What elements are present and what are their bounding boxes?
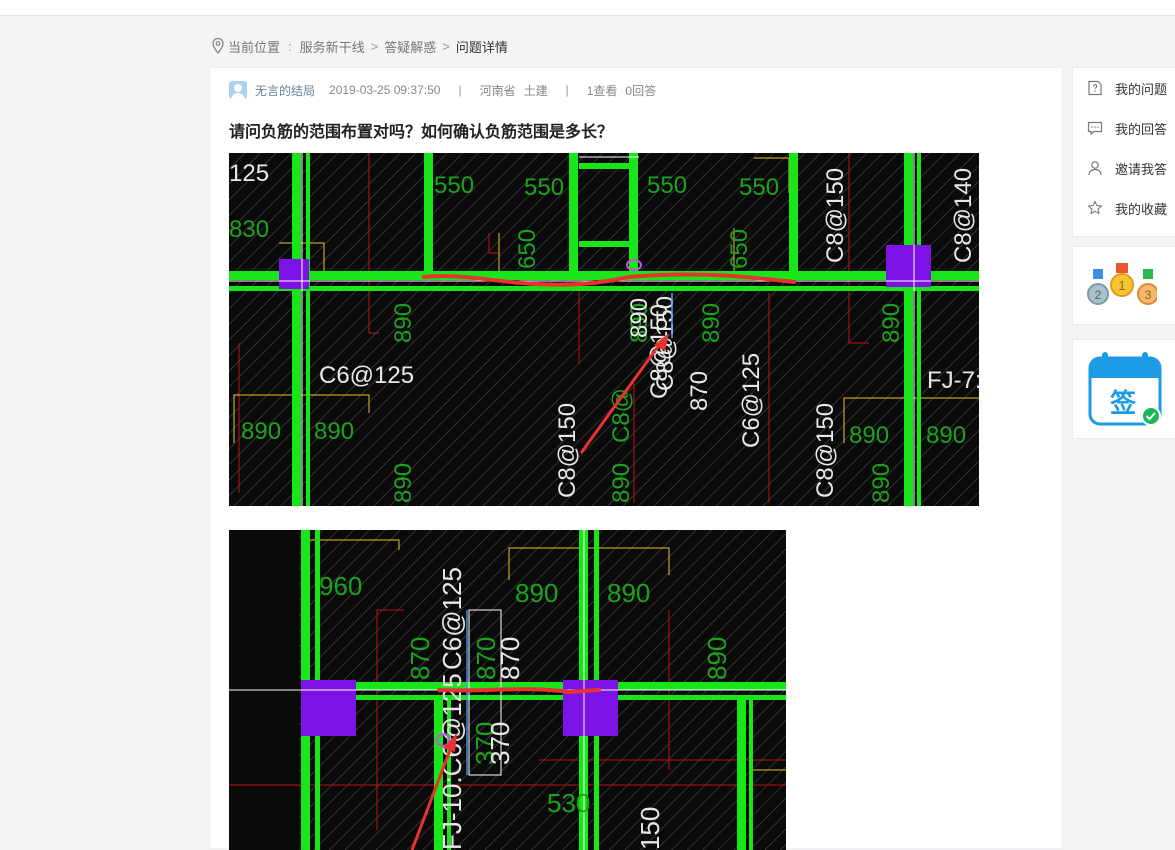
cad-label: 530 [547, 788, 590, 818]
cad-drawing-image-1[interactable]: 125 830 550 550 550 550 650 650 C8@150 C… [229, 153, 979, 506]
cad-label: C6@125 [319, 362, 414, 389]
cad-label: 870 [405, 637, 435, 680]
question-panel: 无言的结局 2019-03-25 09:37:50 | 河南省 土建 | 1查看… [209, 67, 1063, 850]
menu-item-label: 我的回答 [1115, 121, 1168, 137]
question-doc-icon [1088, 80, 1102, 96]
author-link[interactable]: 无言的结局 [255, 82, 315, 99]
cad-label: 550 [434, 172, 474, 199]
breadcrumb-colon: : [288, 38, 292, 54]
post-datetime: 2019-03-25 09:37:50 [329, 83, 441, 97]
cad-label: 650 [514, 229, 541, 269]
cad-label: 370 [485, 722, 515, 765]
bronze-medal-label: 3 [1145, 288, 1152, 302]
menu-item-my-questions[interactable]: 我的问题 [1073, 68, 1175, 108]
menu-item-favorites[interactable]: 我的收藏 [1073, 188, 1175, 228]
cad-label: 150 [635, 807, 665, 850]
cad-label: 830 [229, 216, 269, 243]
cad-label: 550 [739, 174, 779, 201]
top-bar [0, 0, 1175, 16]
gold-medal-label: 1 [1118, 278, 1125, 293]
cad-label: 890 [626, 298, 653, 338]
sign-in-panel[interactable]: 签 [1072, 339, 1175, 439]
cad-label: 890 [868, 463, 895, 503]
breadcrumb: 当前位置 : 服务新干线 > 答疑解惑 > 问题详情 [211, 36, 508, 56]
cad-label: 890 [702, 637, 732, 680]
menu-item-label: 邀请我答 [1115, 161, 1168, 177]
breadcrumb-link-qa[interactable]: 答疑解惑 [384, 37, 436, 56]
cad-label: 960 [319, 571, 362, 601]
cad-label: C8@150 [812, 403, 839, 498]
user-icon [1088, 161, 1102, 176]
medals-panel[interactable]: 2 1 3 [1072, 246, 1175, 325]
breadcrumb-separator: > [370, 38, 379, 54]
cad-label: 550 [524, 174, 564, 201]
menu-item-label: 我的问题 [1115, 81, 1168, 97]
cad-label: 890 [390, 463, 417, 503]
question-title: 请问负筋的范围布置对吗？如何确认负筋范围是多长？ [229, 124, 614, 141]
cad-label: 890 [878, 303, 905, 343]
calendar-sign-icon: 签 [1088, 352, 1162, 426]
star-icon [1088, 200, 1102, 215]
menu-item-label: 我的收藏 [1115, 201, 1168, 217]
cad-label: 890 [698, 303, 725, 343]
avatar[interactable] [229, 81, 247, 99]
cad-label: 890 [608, 463, 635, 503]
cad-label: 890 [607, 578, 650, 608]
cad-label: C6@125 [437, 567, 467, 670]
cad-label: 870 [471, 637, 501, 680]
cad-label: 870 [686, 371, 713, 411]
menu-item-my-answers[interactable]: 我的回答 [1073, 108, 1175, 148]
sign-label: 签 [1110, 388, 1137, 419]
cad-label: C8@150 [822, 168, 849, 263]
menu-item-invited[interactable]: 邀请我答 [1073, 148, 1175, 188]
user-menu: 我的问题 我的回答 邀请我答 我的收藏 [1072, 67, 1175, 237]
cad-drawing-image-2[interactable]: 960 890 890 870 FJ-10:C6@125 870 370 890… [229, 530, 786, 850]
cad-label: C6@125 [738, 353, 765, 448]
location-pin-icon [212, 37, 224, 54]
chat-icon [1087, 121, 1103, 136]
breadcrumb-current: 问题详情 [455, 39, 508, 55]
breadcrumb-separator: > [442, 38, 450, 54]
cad-label: 890 [515, 578, 558, 608]
cad-label: C8@140 [950, 168, 977, 263]
cad-label: 550 [647, 172, 687, 199]
cad-label: 125 [229, 160, 269, 187]
right-sidebar: 我的问题 我的回答 邀请我答 我的收藏 2 1 3 签 [1072, 67, 1175, 439]
category: 土建 [523, 83, 548, 98]
cad-label: C8@150 [554, 403, 581, 498]
cad-label: FJ-7:C8@150 [927, 367, 979, 394]
cad-label: 890 [390, 303, 417, 343]
meta-divider: | [565, 83, 569, 97]
breadcrumb-link-service[interactable]: 服务新干线 [300, 37, 365, 56]
cad-label: 890 [314, 418, 354, 445]
cad-label: FJ-10:C6@125 [437, 673, 467, 850]
cad-label: 650 [726, 229, 753, 269]
silver-medal-label: 2 [1095, 288, 1102, 302]
province: 河南省 [479, 83, 516, 98]
current-position-label: 当前位置 [228, 39, 281, 55]
cad-label: 890 [926, 422, 966, 449]
answer-count: 0回答 [625, 83, 657, 98]
view-count: 1查看 [586, 83, 618, 98]
meta-divider: | [458, 83, 462, 97]
cad-label: 890 [241, 418, 281, 445]
cad-label: 890 [849, 422, 889, 449]
question-meta: 无言的结局 2019-03-25 09:37:50 | 河南省 土建 | 1查看… [229, 81, 656, 99]
medals-icon: 2 1 3 [1087, 263, 1157, 305]
